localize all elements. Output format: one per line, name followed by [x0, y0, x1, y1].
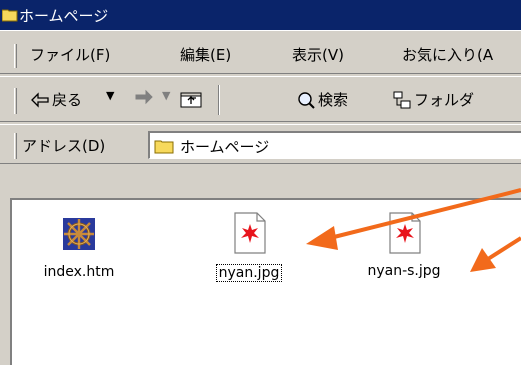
address-value: ホームページ — [180, 138, 270, 156]
up-folder-button[interactable] — [180, 89, 202, 109]
menubar-grip[interactable] — [14, 44, 17, 68]
address-bar: アドレス(D) ホームページ — [0, 124, 521, 164]
back-button[interactable]: 戻る — [30, 89, 82, 110]
menu-bar: ファイル(F) 編集(E) 表示(V) お気に入り(A — [0, 30, 521, 74]
back-dropdown-icon[interactable]: ▼ — [106, 89, 114, 102]
forward-button[interactable] — [134, 89, 154, 105]
search-label: 検索 — [318, 91, 349, 109]
folder-icon — [2, 9, 18, 22]
image-file-icon — [234, 212, 266, 254]
menu-favorites[interactable]: お気に入り(A — [402, 44, 493, 65]
forward-arrow-icon — [135, 89, 153, 105]
up-folder-icon — [180, 92, 202, 108]
search-button[interactable]: 検索 — [296, 89, 348, 110]
address-field[interactable]: ホームページ — [148, 131, 521, 159]
folders-button[interactable]: フォルダ — [392, 89, 474, 110]
toolbar: 戻る ▼ ▼ 検索 フォルダ — [0, 76, 521, 122]
folders-tree-icon — [393, 91, 411, 108]
address-label: アドレス(D) — [22, 137, 106, 155]
explorer-window: ホームページ ファイル(F) 編集(E) 表示(V) お気に入り(A 戻る ▼ … — [0, 0, 521, 365]
file-list-pane[interactable]: index.htm nyan.jpg nyan-s.jpg — [10, 198, 521, 365]
folder-icon — [154, 140, 174, 154]
search-icon — [298, 91, 315, 109]
file-name: nyan-s.jpg — [367, 263, 441, 279]
toolbar-separator — [218, 85, 220, 115]
file-item[interactable]: nyan-s.jpg — [354, 212, 454, 279]
menu-view[interactable]: 表示(V) — [292, 44, 344, 65]
file-name: nyan.jpg — [215, 264, 283, 282]
file-item[interactable]: index.htm — [34, 216, 124, 280]
window-title: ホームページ — [19, 7, 109, 25]
back-label: 戻る — [52, 91, 83, 109]
forward-dropdown-icon[interactable]: ▼ — [162, 89, 170, 102]
menu-file[interactable]: ファイル(F) — [30, 44, 110, 65]
folders-label: フォルダ — [414, 91, 475, 109]
addressbar-grip[interactable] — [14, 133, 17, 159]
ship-wheel-icon — [63, 218, 95, 250]
image-file-icon — [389, 212, 421, 254]
file-item[interactable]: nyan.jpg — [204, 212, 294, 282]
title-bar[interactable]: ホームページ — [0, 0, 521, 30]
file-name: index.htm — [43, 264, 115, 280]
toolbar-grip[interactable] — [14, 88, 17, 114]
menu-edit[interactable]: 編集(E) — [180, 44, 231, 65]
back-arrow-icon — [31, 91, 49, 108]
